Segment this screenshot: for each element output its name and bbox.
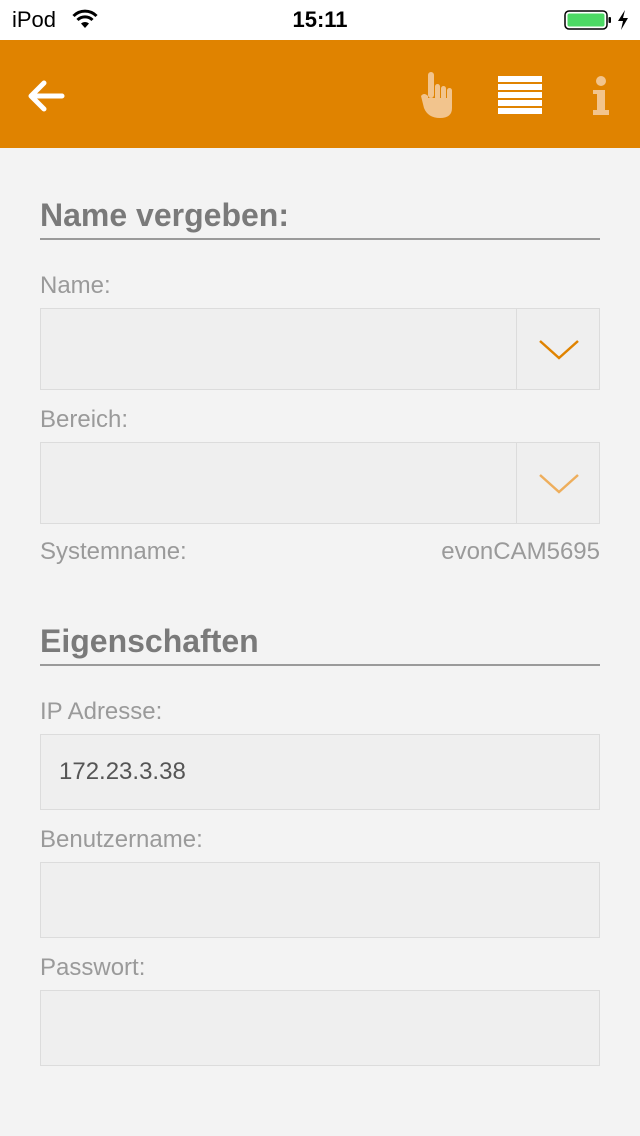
name-select[interactable] <box>40 308 600 390</box>
area-label: Bereich: <box>40 406 129 433</box>
password-label: Passwort: <box>40 954 146 981</box>
area-select[interactable] <box>40 442 600 524</box>
name-dropdown-button[interactable] <box>516 309 599 389</box>
clock: 15:11 <box>292 7 348 32</box>
hand-pointer-icon[interactable] <box>418 70 458 120</box>
system-name-row: Systemname: evonCAM5695 <box>40 538 600 566</box>
info-icon[interactable] <box>590 76 612 116</box>
name-label: Name: <box>40 272 111 299</box>
password-input[interactable] <box>40 990 600 1066</box>
status-bar: iPod 15:11 <box>0 0 640 40</box>
ip-label: IP Adresse: <box>40 698 163 725</box>
system-name-value: evonCAM5695 <box>441 538 600 565</box>
chevron-down-icon <box>539 340 579 360</box>
section-title-properties: Eigenschaften <box>40 622 600 666</box>
charging-bolt-icon <box>618 10 628 30</box>
ip-input[interactable] <box>40 734 600 810</box>
section-title-name: Name vergeben: <box>40 196 600 240</box>
username-input[interactable] <box>40 862 600 938</box>
username-label: Benutzername: <box>40 826 203 853</box>
system-name-label: Systemname: <box>40 538 187 565</box>
list-icon[interactable] <box>498 76 542 114</box>
battery-icon <box>564 10 611 30</box>
area-dropdown-button[interactable] <box>516 443 599 523</box>
back-arrow-icon[interactable] <box>26 76 70 116</box>
nav-bar <box>0 40 640 148</box>
chevron-down-icon <box>539 474 579 494</box>
